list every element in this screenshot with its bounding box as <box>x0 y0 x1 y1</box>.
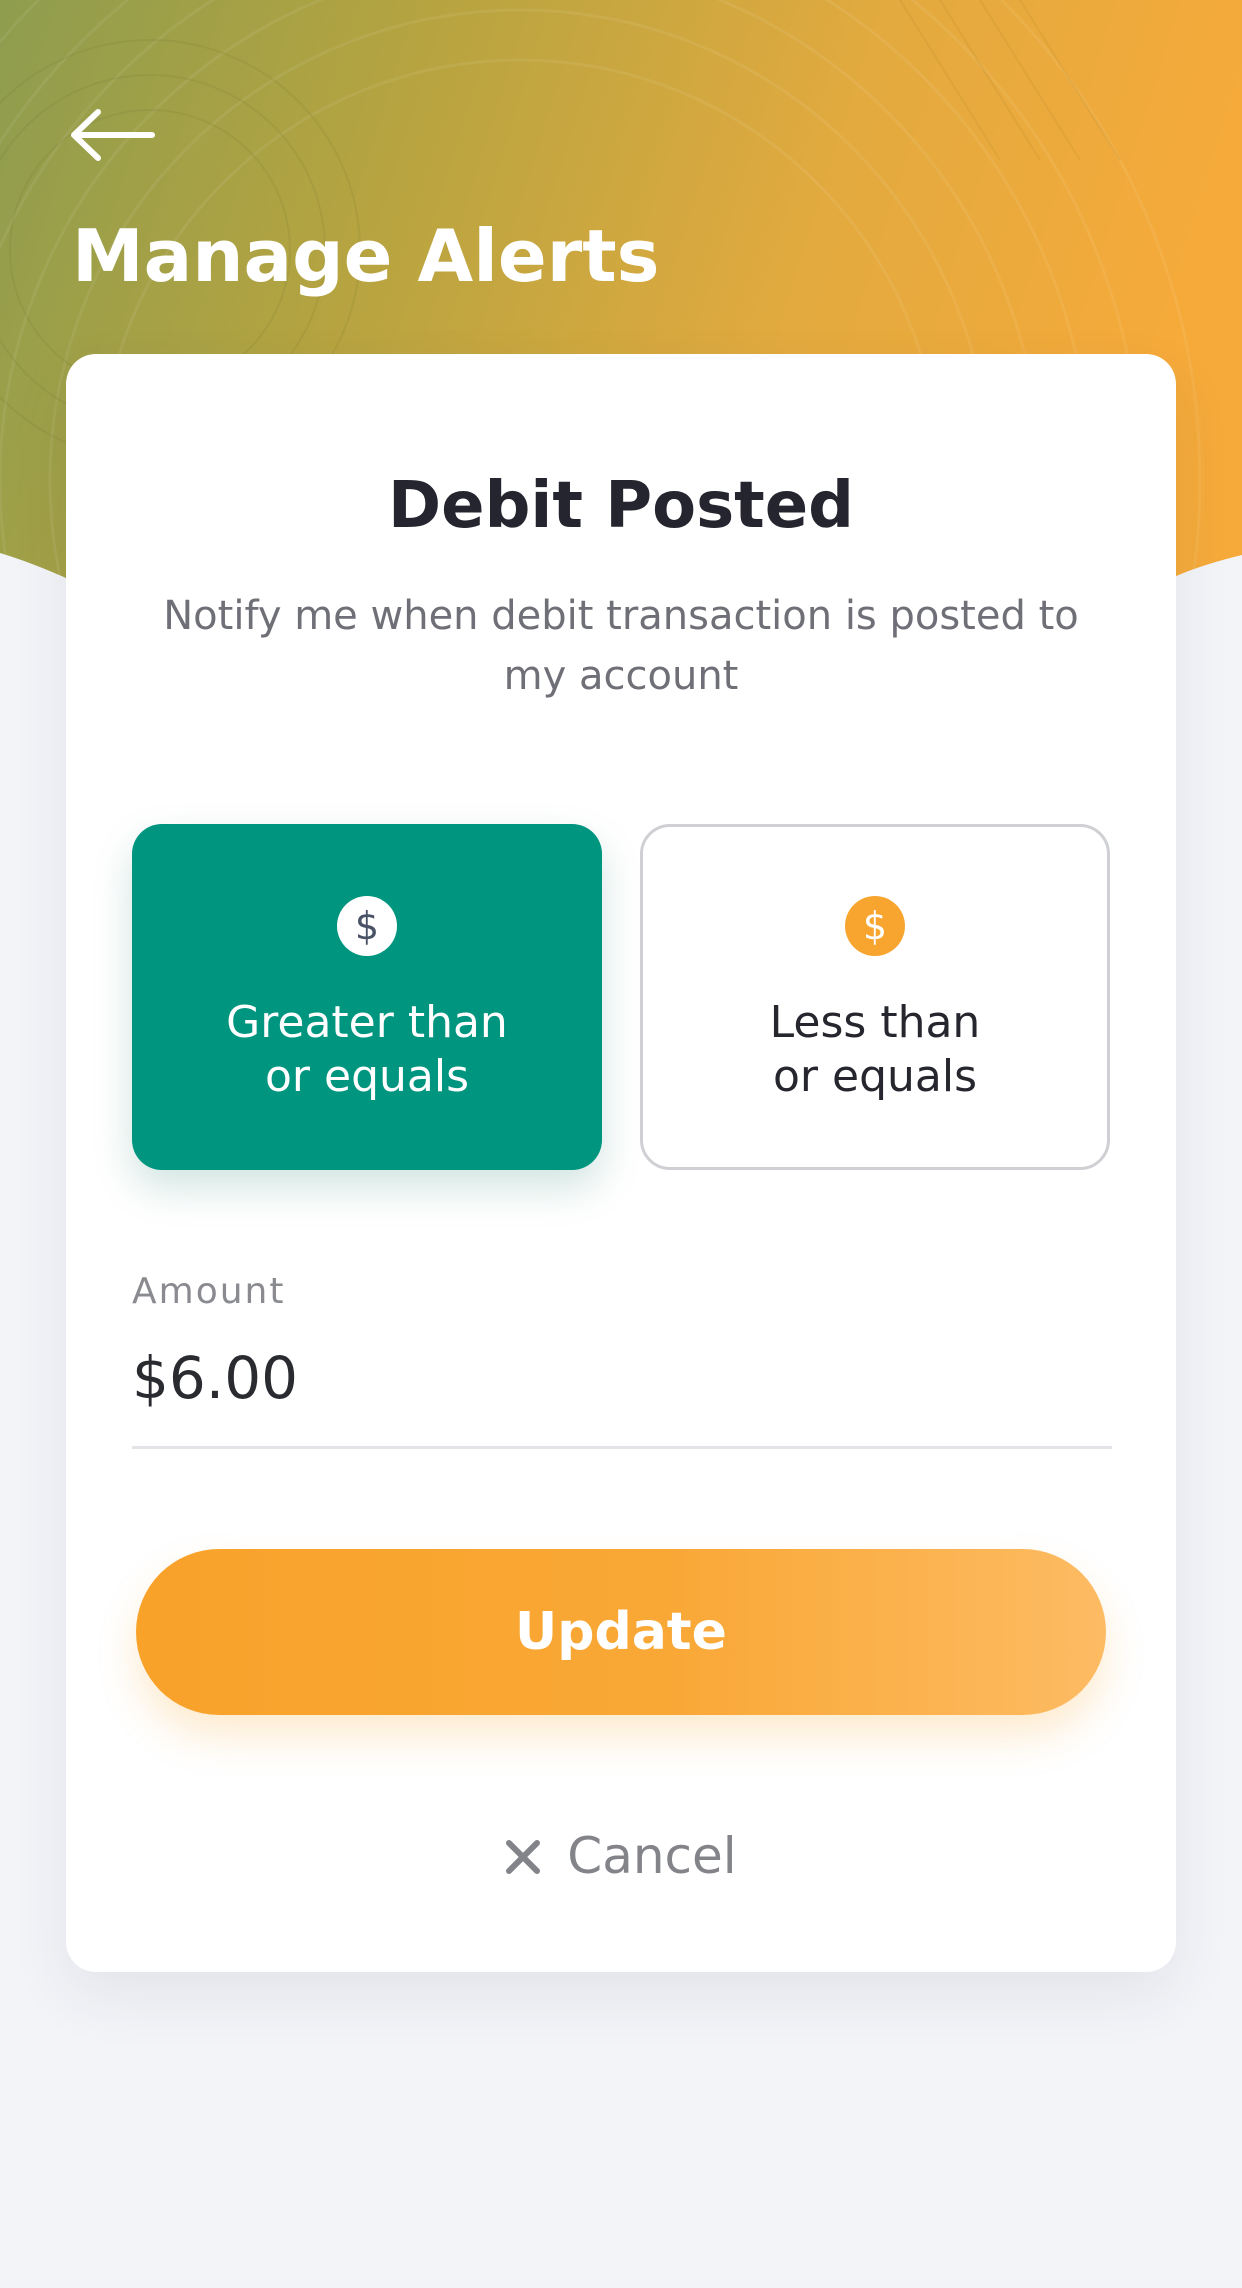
option-label-line: Greater than <box>226 997 508 1048</box>
option-label: Greater than or equals <box>152 996 582 1104</box>
alert-description: Notify me when debit transaction is post… <box>163 593 1079 699</box>
option-less-than-or-equals[interactable]: $ Less than or equals <box>640 824 1110 1170</box>
option-label-line: or equals <box>265 1051 469 1102</box>
amount-underline <box>132 1446 1112 1449</box>
dollar-icon: $ <box>337 896 397 956</box>
option-greater-than-or-equals[interactable]: $ Greater than or equals <box>132 824 602 1170</box>
option-label-line: or equals <box>773 1051 977 1102</box>
update-button[interactable]: Update <box>136 1549 1106 1715</box>
dollar-icon: $ <box>845 896 905 956</box>
back-button[interactable] <box>62 100 162 170</box>
cancel-label: Cancel <box>567 1827 737 1885</box>
close-icon <box>506 1840 541 1874</box>
page-title: Manage Alerts <box>72 214 660 298</box>
alert-title: Debit Posted <box>388 469 854 543</box>
amount-label: Amount <box>132 1271 286 1312</box>
amount-input[interactable] <box>132 1338 1112 1418</box>
option-label: Less than or equals <box>663 996 1087 1104</box>
cancel-button[interactable]: Cancel <box>66 1816 1176 1896</box>
arrow-left-icon <box>71 109 155 161</box>
alert-settings-card: Debit Posted Notify me when debit transa… <box>66 354 1176 1972</box>
option-label-line: Less than <box>769 997 981 1048</box>
